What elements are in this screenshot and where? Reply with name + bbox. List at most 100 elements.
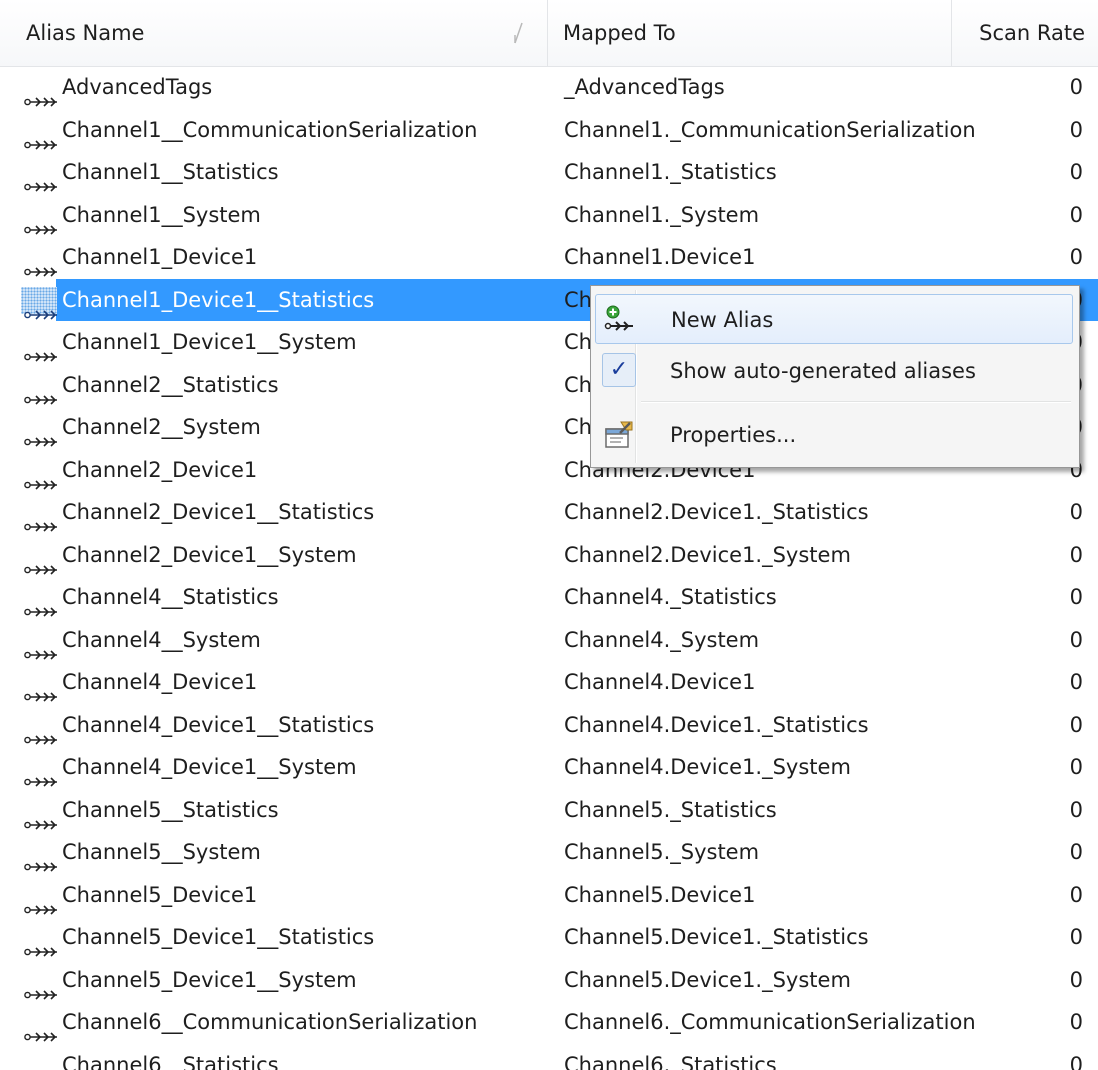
cell-alias-label: Channel5__Statistics bbox=[62, 797, 279, 822]
menu-item-properties-label: Properties... bbox=[670, 423, 797, 447]
cell-mapped-to: Channel4.Device1._System bbox=[564, 755, 851, 779]
cell-alias-label: AdvancedTags bbox=[62, 75, 213, 99]
table-row[interactable]: Channel5_Device1__Statistics Channel5.Dev… bbox=[0, 916, 1098, 959]
cell-alias-label: Channel2__Statistics bbox=[62, 372, 279, 397]
menu-item-new-alias-label: New Alias bbox=[671, 308, 774, 332]
cell-mapped-to: Channel1._Statistics bbox=[564, 160, 777, 184]
alias-link-icon bbox=[24, 506, 58, 532]
table-row[interactable]: Channel2_Device1__Statistics Channel2.Dev… bbox=[0, 491, 1098, 534]
cell-alias-label: Channel2_Device1__Statistics bbox=[62, 500, 375, 524]
cell-scan-rate: 0 bbox=[1069, 542, 1083, 567]
cell-alias-label: Channel1__System bbox=[62, 202, 261, 227]
cell-mapped-to: Channel4.Device1 bbox=[564, 670, 756, 694]
cell-scan-rate: 0 bbox=[1069, 797, 1083, 822]
column-header-scan-rate[interactable]: Scan Rate bbox=[952, 0, 1098, 66]
column-header-mapped-to[interactable]: Mapped To bbox=[548, 0, 952, 66]
cell-alias-label: Channel6__CommunicationSerialization bbox=[62, 1010, 478, 1034]
column-header-mapped-label: Mapped To bbox=[563, 21, 676, 45]
table-row[interactable]: Channel4_Device1 Channel4.Device1 0 bbox=[0, 661, 1098, 704]
cell-mapped-to: Ch bbox=[564, 330, 592, 354]
cell-scan-rate: 0 bbox=[1069, 160, 1083, 184]
table-row[interactable]: Channel2_Device1__System Channel2.Device1… bbox=[0, 534, 1098, 577]
table-row[interactable]: Channel4_Device1__System Channel4.Device1… bbox=[0, 746, 1098, 789]
cell-scan-rate: 0 bbox=[1069, 117, 1083, 142]
cell-alias-label: Channel4_Device1 bbox=[62, 670, 258, 694]
cell-mapped-to: Channel6._Statistics bbox=[564, 1052, 777, 1070]
alias-link-icon bbox=[24, 294, 58, 320]
cell-alias-label: Channel5_Device1__System bbox=[62, 967, 357, 992]
alias-link-icon bbox=[24, 251, 58, 277]
alias-link-icon bbox=[24, 591, 58, 617]
cell-alias-label: Channel1_Device1__Statistics bbox=[62, 287, 375, 312]
cell-alias-label: Channel1_Device1__System bbox=[62, 330, 357, 354]
table-row[interactable]: Channel4_Device1__Statistics Channel4.Dev… bbox=[0, 704, 1098, 747]
cell-scan-rate: 0 bbox=[1069, 1010, 1083, 1034]
table-row[interactable]: Channel5_Device1__System Channel5.Device1… bbox=[0, 959, 1098, 1002]
context-menu: New Alias ✓ Show auto-generated aliases … bbox=[590, 285, 1080, 468]
cell-mapped-to: Channel6._CommunicationSerialization bbox=[564, 1010, 976, 1034]
cell-alias-label: Channel5_Device1__Statistics bbox=[62, 925, 375, 949]
cell-mapped-to: _AdvancedTags bbox=[564, 75, 725, 99]
cell-scan-rate: 0 bbox=[1069, 840, 1083, 864]
alias-link-icon bbox=[24, 634, 58, 660]
properties-icon bbox=[605, 421, 633, 448]
cell-alias-label: Channel2_Device1__System bbox=[62, 542, 357, 567]
table-row[interactable]: Channel5__Statistics Channel5._Statistics… bbox=[0, 789, 1098, 832]
alias-link-icon bbox=[24, 464, 58, 490]
alias-link-icon bbox=[24, 804, 58, 830]
table-row[interactable]: Channel5__System Channel5._System 0 bbox=[0, 831, 1098, 874]
alias-link-icon bbox=[24, 549, 58, 575]
cell-alias-label: Channel4_Device1__Statistics bbox=[62, 712, 375, 737]
menu-item-show-auto-generated[interactable]: ✓ Show auto-generated aliases bbox=[595, 346, 1073, 396]
cell-alias-label: Channel2_Device1 bbox=[62, 457, 258, 482]
table-row[interactable]: Channel1__CommunicationSerialization Chan… bbox=[0, 109, 1098, 152]
cell-alias-label: Channel5_Device1 bbox=[62, 882, 258, 907]
sort-indicator-icon bbox=[514, 22, 523, 44]
column-header-rate-label: Scan Rate bbox=[979, 21, 1085, 45]
table-row[interactable]: Channel4__Statistics Channel4._Statistics… bbox=[0, 576, 1098, 619]
cell-scan-rate: 0 bbox=[1069, 75, 1083, 99]
column-header-alias-name[interactable]: Alias Name bbox=[0, 0, 548, 66]
cell-alias-label: Channel1__Statistics bbox=[62, 160, 279, 184]
table-row[interactable]: Channel6__Statistics Channel6._Statistics… bbox=[0, 1044, 1098, 1070]
table-row[interactable]: Channel5_Device1 Channel5.Device1 0 bbox=[0, 874, 1098, 917]
alias-link-icon bbox=[24, 209, 58, 235]
alias-link-icon bbox=[24, 974, 58, 1000]
cell-scan-rate: 0 bbox=[1069, 925, 1083, 949]
cell-alias-label: Channel4__System bbox=[62, 627, 261, 652]
cell-mapped-to: Channel2.Device1._System bbox=[564, 542, 851, 567]
cell-alias-label: Channel1__CommunicationSerialization bbox=[62, 117, 478, 142]
cell-alias-label: Channel2__System bbox=[62, 415, 261, 439]
cell-scan-rate: 0 bbox=[1069, 882, 1083, 907]
menu-item-show-auto-generated-label: Show auto-generated aliases bbox=[670, 359, 976, 383]
table-row[interactable]: Channel4__System Channel4._System 0 bbox=[0, 619, 1098, 662]
alias-link-icon bbox=[24, 1016, 58, 1042]
cell-mapped-to: Channel5.Device1._System bbox=[564, 967, 851, 992]
table-row[interactable]: AdvancedTags _AdvancedTags 0 bbox=[0, 66, 1098, 109]
cell-alias-label: Channel4__Statistics bbox=[62, 585, 279, 609]
cell-scan-rate: 0 bbox=[1069, 967, 1083, 992]
cell-scan-rate: 0 bbox=[1069, 670, 1083, 694]
cell-mapped-to: Channel2.Device1._Statistics bbox=[564, 500, 869, 524]
alias-link-icon bbox=[24, 889, 58, 915]
alias-link-icon bbox=[24, 761, 58, 787]
cell-alias-label: Channel5__System bbox=[62, 840, 261, 864]
column-header-alias-label: Alias Name bbox=[26, 21, 145, 45]
cell-mapped-to: Channel5.Device1 bbox=[564, 882, 756, 907]
cell-alias-label: Channel1_Device1 bbox=[62, 245, 258, 269]
new-alias-icon bbox=[604, 305, 633, 331]
table-row[interactable]: Channel1__Statistics Channel1._Statistics… bbox=[0, 151, 1098, 194]
table-row[interactable]: Channel6__CommunicationSerialization Chan… bbox=[0, 1001, 1098, 1044]
menu-item-properties[interactable]: Properties... bbox=[595, 410, 1073, 460]
cell-mapped-to: Channel1.Device1 bbox=[564, 245, 756, 269]
alias-link-icon bbox=[24, 421, 58, 447]
cell-mapped-to: Ch bbox=[564, 287, 592, 312]
alias-link-icon bbox=[24, 81, 58, 107]
table-row[interactable]: Channel1__System Channel1._System 0 bbox=[0, 194, 1098, 237]
cell-scan-rate: 0 bbox=[1069, 202, 1083, 227]
alias-list-view[interactable]: Alias Name Mapped To Scan Rate AdvancedT… bbox=[0, 0, 1098, 1070]
cell-scan-rate: 0 bbox=[1069, 712, 1083, 737]
menu-item-new-alias[interactable]: New Alias bbox=[595, 294, 1073, 344]
table-row[interactable]: Channel1_Device1 Channel1.Device1 0 bbox=[0, 236, 1098, 279]
alias-link-icon bbox=[24, 676, 58, 702]
